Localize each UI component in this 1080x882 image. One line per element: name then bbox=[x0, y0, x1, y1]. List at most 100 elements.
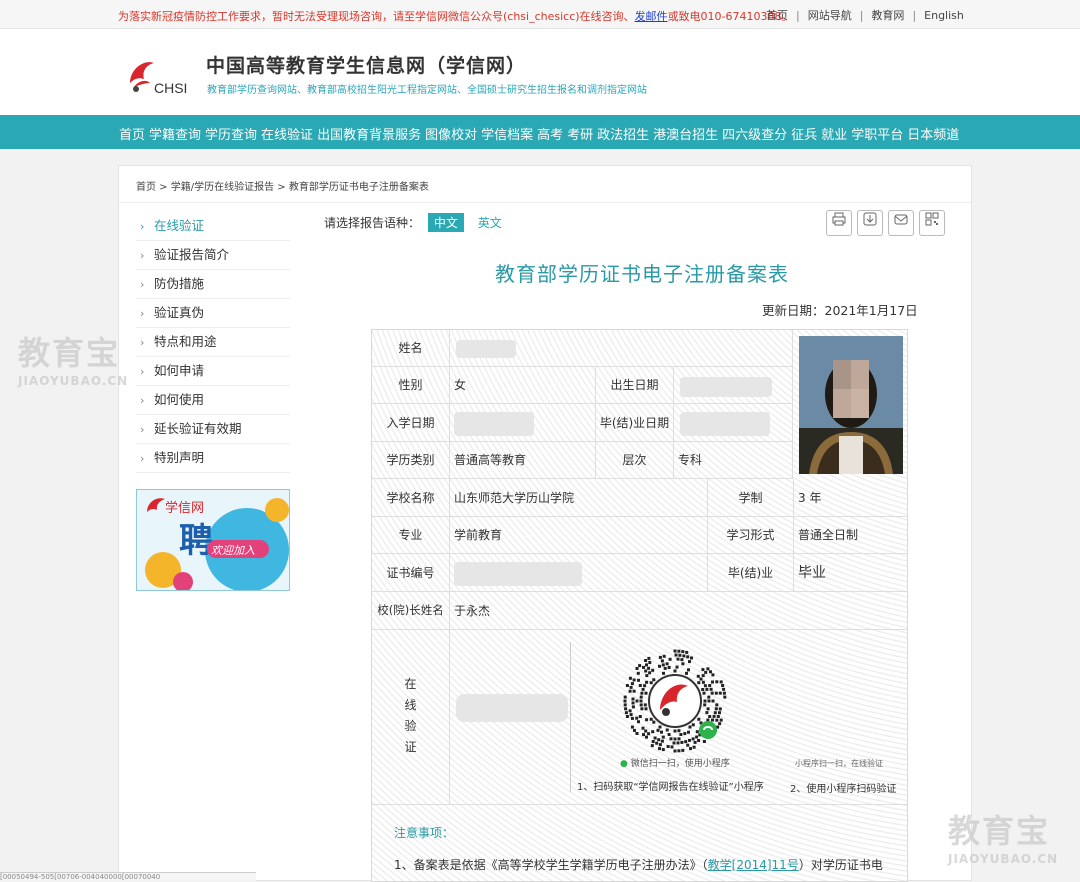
sidebar-item-label: 验证报告简介 bbox=[154, 247, 230, 262]
major-label: 专业 bbox=[372, 517, 450, 554]
qr-caption-right: 小程序扫一扫，在线验证 bbox=[795, 759, 883, 768]
study-form-value: 普通全日制 bbox=[794, 517, 907, 554]
recruit-banner[interactable]: 学信网 聘 欢迎加入 bbox=[136, 489, 290, 591]
level-label: 层次 bbox=[596, 442, 674, 479]
nav-item[interactable]: 考研 bbox=[567, 124, 593, 143]
chevron-right-icon: › bbox=[140, 365, 145, 378]
nav-item[interactable]: 高考 bbox=[537, 124, 563, 143]
chevron-right-icon: › bbox=[140, 220, 145, 233]
duration-label: 学制 bbox=[708, 479, 794, 517]
download-icon[interactable] bbox=[857, 210, 883, 236]
sidebar-item-label: 验证真伪 bbox=[154, 305, 205, 320]
content-panel: 首页 > 学籍/学历在线验证报告 > 教育部学历证书电子注册备案表 › 在线验证 ›… bbox=[118, 165, 972, 882]
name-value bbox=[450, 330, 793, 367]
nav-item[interactable]: 征兵 bbox=[791, 124, 817, 143]
graduation-value bbox=[674, 404, 793, 442]
sidebar-item-label: 如何申请 bbox=[154, 363, 205, 378]
nav-item[interactable]: 出国教育背景服务 bbox=[317, 124, 421, 143]
chevron-right-icon: › bbox=[140, 336, 145, 349]
sidebar-item[interactable]: › 延长验证有效期 bbox=[136, 415, 290, 444]
site-title: 中国高等教育学生信息网（学信网） bbox=[206, 55, 527, 77]
sidebar-item-label: 防伪措施 bbox=[154, 276, 205, 291]
lang-english-button[interactable]: 英文 bbox=[472, 213, 508, 232]
wechat-qrcode[interactable] bbox=[620, 646, 730, 756]
toplink-edu[interactable]: 教育网 bbox=[871, 9, 904, 22]
sidebar-item[interactable]: › 验证报告简介 bbox=[136, 241, 290, 270]
sidebar-item-label: 在线验证 bbox=[154, 218, 205, 233]
nav-item[interactable]: 在线验证 bbox=[261, 124, 313, 143]
sidebar-menu: › 在线验证 › 验证报告简介 › 防伪措施 › 验证真伪 › 特点和用途 › 如何申请 › 如何使用 › 延… bbox=[136, 212, 290, 473]
svg-text:学信网: 学信网 bbox=[165, 500, 204, 515]
name-label: 姓名 bbox=[372, 330, 450, 367]
chevron-right-icon: › bbox=[140, 394, 145, 407]
qrcode-icon[interactable] bbox=[919, 210, 945, 236]
sidebar-item[interactable]: › 如何申请 bbox=[136, 357, 290, 386]
gender-label: 性别 bbox=[372, 367, 450, 404]
send-email-link[interactable]: 发邮件 bbox=[635, 10, 668, 23]
chevron-right-icon: › bbox=[140, 249, 145, 262]
student-photo bbox=[799, 336, 903, 474]
main-nav: 首页 学籍查询 学历查询 在线验证 出国教育背景服务 图像校对 学信档案 高考 考研 政法招生 港澳… bbox=[0, 115, 1080, 149]
school-value: 山东师范大学历山学院 bbox=[450, 479, 708, 517]
mail-icon[interactable] bbox=[888, 210, 914, 236]
sidebar-item[interactable]: › 在线验证 bbox=[136, 212, 290, 241]
nav-item[interactable]: 就业 bbox=[821, 124, 847, 143]
print-icon[interactable] bbox=[826, 210, 852, 236]
toplink-english[interactable]: English bbox=[924, 9, 964, 22]
enroll-value bbox=[450, 404, 596, 442]
sidebar-item[interactable]: › 防伪措施 bbox=[136, 270, 290, 299]
birth-label: 出生日期 bbox=[596, 367, 674, 404]
top-notice-bar: 为落实新冠疫情防控工作要求，暂时无法受理现场咨询，请至学信网微信公众号(chsi… bbox=[0, 0, 1080, 29]
site-header: CHSI 中国高等教育学生信息网（学信网） 教育部学历查询网站、教育部高校招生阳… bbox=[0, 29, 1080, 115]
online-verify-label: 在 线 验 证 bbox=[372, 630, 450, 804]
lang-chinese-button[interactable]: 中文 bbox=[427, 213, 464, 232]
chevron-right-icon: › bbox=[140, 452, 145, 465]
sidebar-item[interactable]: › 验证真伪 bbox=[136, 299, 290, 328]
nav-item[interactable]: 学职平台 bbox=[851, 124, 903, 143]
status-strip: [00050494-505[00706-004040000[00070040 bbox=[0, 872, 256, 881]
notes-heading: 注意事项： bbox=[394, 826, 455, 840]
sidebar-item-label: 延长验证有效期 bbox=[154, 421, 242, 436]
study-form-label: 学习形式 bbox=[708, 517, 794, 554]
major-value: 学前教育 bbox=[450, 517, 708, 554]
toplink-home[interactable]: 首页 bbox=[766, 9, 788, 22]
update-date: 更新日期：2021年1月17日 bbox=[762, 303, 918, 318]
regulation-link[interactable]: 教学[2014]11号 bbox=[708, 858, 799, 872]
watermark-right: 教育宝 JIAOYUBAO.CN bbox=[948, 812, 1059, 866]
category-label: 学历类别 bbox=[372, 442, 450, 479]
document-title: 教育部学历证书电子注册备案表 bbox=[495, 262, 789, 286]
chevron-right-icon: › bbox=[140, 278, 145, 291]
nav-item[interactable]: 首页 bbox=[119, 124, 145, 143]
nav-item[interactable]: 学信档案 bbox=[481, 124, 533, 143]
sidebar-item[interactable]: › 特点和用途 bbox=[136, 328, 290, 357]
language-prompt: 请选择报告语种： bbox=[324, 216, 421, 230]
nav-item[interactable]: 四六级查分 bbox=[722, 124, 787, 143]
duration-value: 3 年 bbox=[794, 479, 907, 517]
chevron-right-icon: › bbox=[140, 423, 145, 436]
chevron-right-icon: › bbox=[140, 307, 145, 320]
school-label: 学校名称 bbox=[372, 479, 450, 517]
svg-text:CHSI: CHSI bbox=[154, 80, 187, 96]
sidebar-item-label: 如何使用 bbox=[154, 392, 205, 407]
verify-step-1: 1、扫码获取“学信网报告在线验证”小程序 bbox=[577, 782, 764, 793]
nav-item[interactable]: 学籍查询 bbox=[149, 124, 201, 143]
nav-item[interactable]: 学历查询 bbox=[205, 124, 257, 143]
sidebar-item-label: 特点和用途 bbox=[154, 334, 217, 349]
certificate-label: 证书编号 bbox=[372, 554, 450, 592]
nav-item[interactable]: 图像校对 bbox=[425, 124, 477, 143]
nav-item[interactable]: 港澳台招生 bbox=[653, 124, 718, 143]
sidebar-item[interactable]: › 如何使用 bbox=[136, 386, 290, 415]
graduation-label: 毕(结)业日期 bbox=[596, 404, 674, 442]
svg-text:聘: 聘 bbox=[179, 521, 213, 561]
toplink-sitemap[interactable]: 网站导航 bbox=[808, 9, 852, 22]
chsi-logo[interactable]: CHSI bbox=[124, 53, 196, 97]
toolbar bbox=[826, 210, 950, 236]
result-value: 毕业 bbox=[794, 554, 907, 592]
certificate-value bbox=[450, 554, 708, 592]
nav-item[interactable]: 日本频道 bbox=[907, 124, 959, 143]
nav-item[interactable]: 政法招生 bbox=[597, 124, 649, 143]
registration-table: 姓名 性别 女 出生日期 入学日期 毕(结)业日期 学历类别 普通高等教育 层次… bbox=[371, 329, 908, 882]
result-label: 毕(结)业 bbox=[708, 554, 794, 592]
notes-item-1: 1、备案表是依据《高等学校学生学籍学历电子注册办法》（教学[2014]11号）对… bbox=[394, 858, 883, 872]
sidebar-item[interactable]: › 特别声明 bbox=[136, 444, 290, 473]
